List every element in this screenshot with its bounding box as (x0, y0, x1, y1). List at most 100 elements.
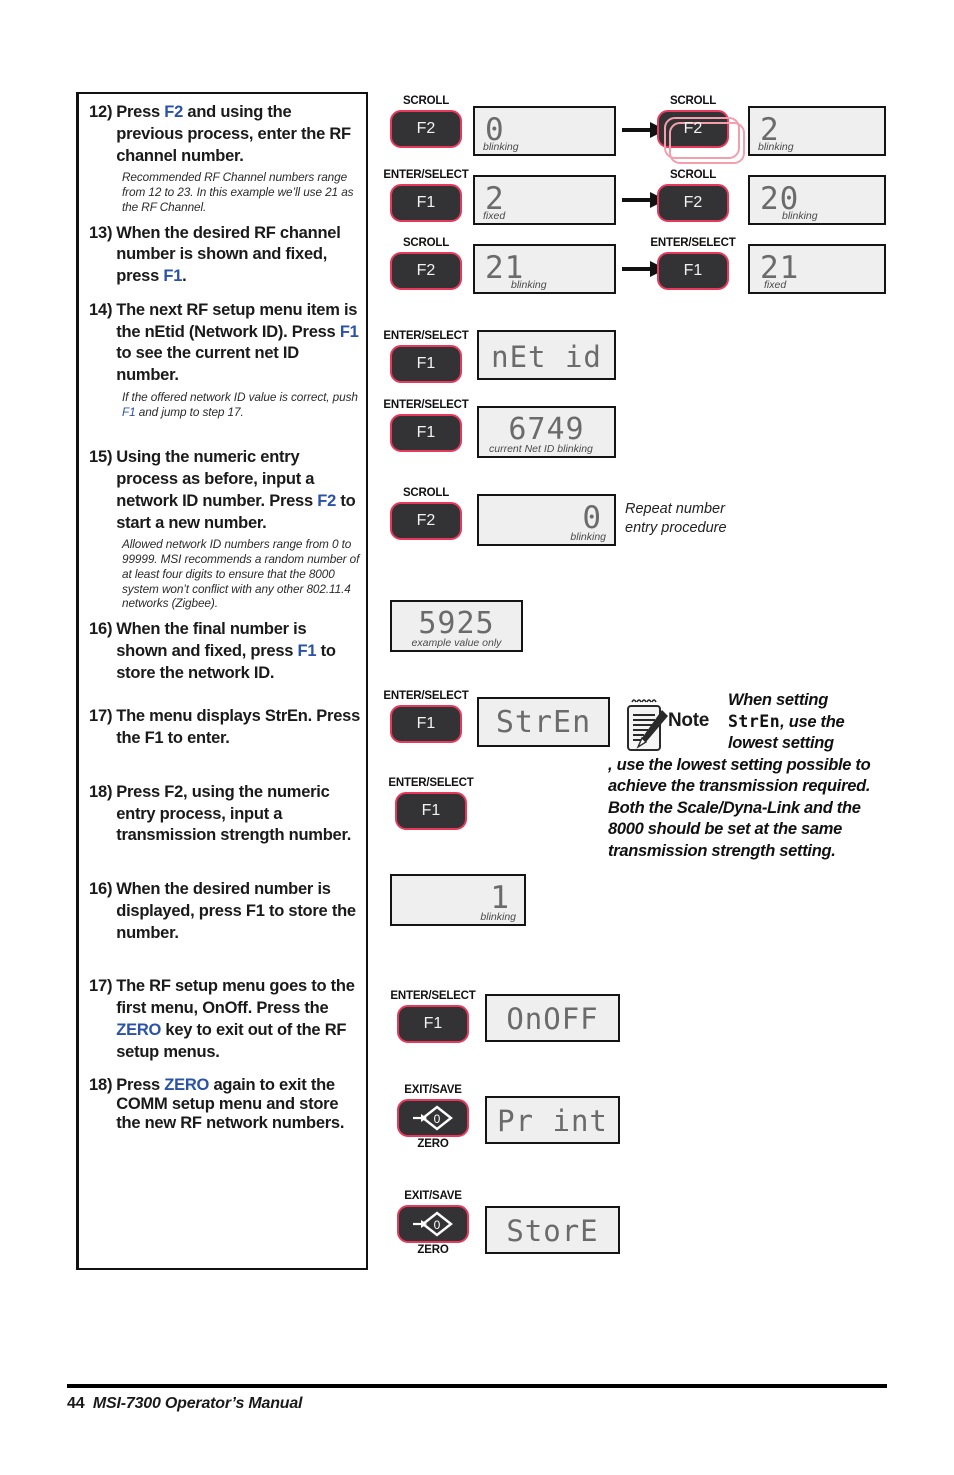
button-top-label: EXIT/SAVE (404, 1084, 462, 1096)
f1-button[interactable]: F1 (395, 791, 467, 830)
key-reference-f1: F1 (163, 267, 183, 286)
step-12: 12) Press F2 and using the previous proc… (89, 102, 360, 167)
lcd-value: StrEn (495, 705, 592, 740)
step-15: 15) Using the numeric entry process as b… (89, 447, 360, 534)
f2-button[interactable]: F2 (390, 251, 462, 290)
button-group-enter-f1-2[interactable]: ENTER/SELECT F1 (648, 237, 738, 290)
button-group-enter-f1-stren[interactable]: ENTER/SELECT F1 (381, 690, 471, 743)
step-14-italic-note: If the offered network ID value is corre… (122, 390, 360, 419)
note-text-part: lowest setting (728, 734, 834, 752)
f2-button-repeat-press[interactable]: F2 (657, 109, 745, 164)
step-number: 14) (89, 300, 113, 319)
step-text-part: When the desired RF channel number is sh… (116, 223, 341, 286)
step-text-part: to see the current net ID number. (116, 344, 299, 385)
repeat-procedure-annotation: Repeat number entry procedure (625, 500, 727, 538)
button-group-scroll-f2-3[interactable]: SCROLL F2 (381, 237, 471, 290)
step-text-part: Press (116, 1075, 165, 1094)
step-text: The next RF setup menu item is the nEtid… (116, 300, 360, 387)
lcd-caption: blinking (483, 141, 519, 153)
footer-divider (67, 1384, 887, 1388)
step-18: 18) Press F2, using the numeric entry pr… (89, 782, 360, 847)
step-text-part: Using the numeric entry process as befor… (116, 448, 318, 510)
lcd-value: StorE (506, 1214, 599, 1248)
lcd-caption: fixed (764, 279, 787, 291)
lcd-display-onoff: OnOFF (485, 994, 620, 1042)
step-15-italic-note: Allowed network ID numbers range from 0 … (122, 537, 360, 611)
button-group-scroll-f2-2[interactable]: SCROLL F2 (648, 169, 738, 222)
f2-button[interactable]: F2 (390, 109, 462, 148)
lcd-display-3: 20 blinking (748, 175, 886, 225)
note-text-line2: lowest setting (728, 733, 888, 754)
button-group-enter-f1-stren-value[interactable]: ENTER/SELECT F1 (386, 777, 476, 830)
lcd-caption: blinking (480, 911, 516, 923)
button-group-scroll-f2-repeat[interactable]: SCROLL F2 (648, 95, 745, 164)
svg-text:0: 0 (434, 1112, 441, 1126)
lcd-display-store: StorE (485, 1206, 620, 1254)
step-number: 16) (89, 880, 113, 899)
step-17-second: 17) The RF setup menu goes to the first … (89, 976, 360, 1063)
step-14: 14) The next RF setup menu item is the n… (89, 300, 360, 387)
key-reference-f1: F1 (122, 404, 136, 419)
step-text: When the desired RF channel number is sh… (116, 223, 360, 288)
key-reference-f2: F2 (317, 491, 336, 510)
note-text-part: When setting (728, 691, 828, 709)
f1-button[interactable]: F1 (397, 1004, 469, 1043)
f1-button[interactable]: F1 (390, 183, 462, 222)
button-group-zero-store[interactable]: EXIT/SAVE 0 ZERO (388, 1190, 478, 1256)
button-top-label: ENTER/SELECT (383, 169, 469, 181)
lcd-display-1: 2 blinking (748, 106, 886, 156)
f1-button[interactable]: F1 (657, 251, 729, 290)
f1-button[interactable]: F1 (390, 704, 462, 743)
lcd-caption: current Net ID blinking (489, 443, 593, 455)
step-16-second: 16) When the desired number is displayed… (89, 879, 360, 944)
svg-text:0: 0 (434, 1218, 441, 1232)
repeat-line-1: Repeat number (625, 501, 725, 517)
key-reference-f2: F2 (164, 103, 184, 121)
step-number: 17) (89, 707, 113, 726)
button-group-zero-print[interactable]: EXIT/SAVE 0 ZERO (388, 1084, 478, 1150)
zero-button[interactable]: 0 (397, 1098, 469, 1137)
menu-name-netid: nEtid (144, 322, 185, 341)
button-top-label: SCROLL (402, 487, 450, 499)
lcd-value: OnOFF (506, 1002, 599, 1036)
page-number: 44 (67, 1395, 85, 1412)
step-text: Using the numeric entry process as befor… (116, 447, 360, 534)
button-top-label: ENTER/SELECT (383, 399, 469, 411)
key-reference-zero: ZERO (116, 1021, 162, 1040)
instruction-steps-panel: 12) Press F2 and using the previous proc… (76, 92, 368, 1270)
zero-button[interactable]: 0 (397, 1204, 469, 1243)
step-text-part: Press (116, 103, 165, 121)
button-top-label: SCROLL (402, 237, 450, 249)
lcd-display-0: 0 blinking (473, 106, 616, 156)
step-number: 17) (89, 977, 113, 996)
step-number: 13) (89, 223, 113, 242)
step-text-part: When the final number is shown and fixed… (116, 620, 307, 660)
footer: 44 MSI-7300 Operator’s Manual (67, 1395, 303, 1413)
f2-button[interactable]: F2 (390, 501, 462, 540)
step-text: The menu displays StrEn. Press the F1 to… (116, 707, 361, 748)
note-label: Note (668, 710, 710, 731)
button-group-scroll-f2-1[interactable]: SCROLL F2 (381, 95, 471, 148)
step-18-second: 18) Press ZERO again to exit the COMM se… (89, 1076, 360, 1134)
step-text: When the desired number is displayed, pr… (116, 880, 356, 942)
button-group-enter-f1-netid-value[interactable]: ENTER/SELECT F1 (381, 399, 471, 452)
button-top-label: SCROLL (669, 95, 717, 107)
f1-button[interactable]: F1 (390, 413, 462, 452)
lcd-display-print: Pr int (485, 1096, 620, 1144)
button-group-scroll-f2-netid[interactable]: SCROLL F2 (381, 487, 471, 540)
button-group-enter-f1-1[interactable]: ENTER/SELECT F1 (381, 169, 471, 222)
key-reference-f1: F1 (297, 641, 317, 660)
button-group-enter-f1-netid[interactable]: ENTER/SELECT F1 (381, 330, 471, 383)
note-text-part: , use the (780, 713, 845, 732)
f2-button[interactable]: F2 (657, 183, 729, 222)
step-12-italic-note: Recommended RF Channel numbers range fro… (122, 170, 354, 214)
step-text: Press F2, using the numeric entry proces… (116, 782, 352, 845)
button-group-enter-f1-onoff[interactable]: ENTER/SELECT F1 (388, 990, 478, 1043)
zero-diamond-icon: 0 (413, 1210, 453, 1237)
f1-button[interactable]: F1 (390, 344, 462, 383)
step-text: The RF setup menu goes to the first menu… (116, 976, 360, 1063)
lcd-value: nEt id (491, 340, 602, 374)
note-part: If the offered network ID value is corre… (122, 389, 358, 404)
